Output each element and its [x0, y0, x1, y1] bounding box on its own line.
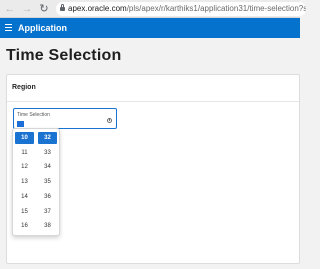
hour-option[interactable]: 10 — [15, 132, 34, 144]
minute-option[interactable]: 34 — [38, 161, 57, 173]
browser-toolbar: ← → ↻ apex.oracle.com/pls/apex/r/karthik… — [0, 0, 306, 18]
arrow-right-icon[interactable]: → — [20, 2, 34, 16]
time-selection-input[interactable] — [16, 120, 106, 128]
text-cursor-highlight — [17, 121, 24, 127]
reload-icon[interactable]: ↻ — [37, 2, 51, 16]
lock-icon — [60, 4, 65, 12]
hamburger-menu-icon[interactable] — [5, 24, 12, 31]
app-header: Application — [0, 18, 300, 38]
address-bar[interactable]: apex.oracle.com/pls/apex/r/karthiks1/app… — [56, 2, 306, 16]
time-selection-field[interactable]: Time Selection — [13, 108, 117, 129]
minute-option[interactable]: 32 — [38, 132, 57, 144]
url-domain: apex.oracle.com — [68, 4, 127, 13]
region-title: Region — [12, 84, 36, 91]
region-divider — [7, 101, 299, 102]
app-title[interactable]: Application — [18, 18, 67, 38]
minute-option[interactable]: 35 — [38, 176, 57, 188]
page-title: Time Selection — [6, 47, 122, 64]
hour-option[interactable]: 14 — [15, 191, 34, 203]
hour-option[interactable]: 16 — [15, 220, 34, 232]
minute-option[interactable]: 37 — [38, 206, 57, 218]
time-picker-dropdown: 10 11 12 13 14 15 16 32 33 34 35 36 37 38 — [12, 128, 60, 236]
arrow-left-icon[interactable]: ← — [3, 2, 17, 16]
time-selection-label: Time Selection — [17, 112, 50, 118]
minute-option[interactable]: 38 — [38, 220, 57, 232]
hour-option[interactable]: 15 — [15, 206, 34, 218]
hour-option[interactable]: 12 — [15, 161, 34, 173]
hour-option[interactable]: 11 — [15, 147, 34, 159]
minute-option[interactable]: 36 — [38, 191, 57, 203]
minute-option[interactable]: 33 — [38, 147, 57, 159]
hour-option[interactable]: 13 — [15, 176, 34, 188]
url-path: /pls/apex/r/karthiks1/application31/time… — [126, 4, 306, 13]
clock-icon[interactable] — [107, 118, 112, 123]
